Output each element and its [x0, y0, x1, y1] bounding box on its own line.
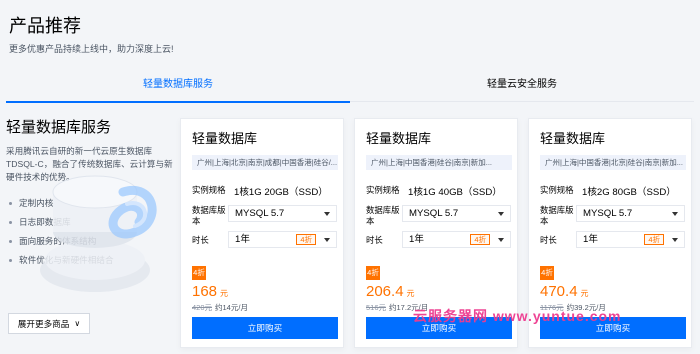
tab-security-service[interactable]: 轻量云安全服务	[350, 70, 694, 102]
duration-select[interactable]: 1年 4折	[576, 231, 685, 248]
version-label: 数据库版本	[540, 205, 574, 226]
price: 206.4 元	[366, 283, 415, 300]
discount-tag: 4折	[644, 234, 664, 245]
tab-db-service[interactable]: 轻量数据库服务	[6, 70, 350, 103]
spec-value: 1核1G 20GB（SSD）	[234, 187, 328, 198]
price: 168 元	[192, 283, 229, 300]
bullet-icon	[9, 221, 12, 224]
original-price: 420元 约14元/月	[192, 303, 248, 312]
chevron-down-icon: ∨	[74, 319, 81, 328]
spec-value: 1核1G 40GB（SSD）	[408, 187, 502, 198]
spec-label: 实例规格	[366, 185, 400, 195]
product-card: 轻量数据库 广州|上海|北京|南京|成都|中国香港|硅谷/... 实例规格 1核…	[180, 118, 344, 348]
price: 470.4 元	[540, 283, 589, 300]
duration-select[interactable]: 1年 4折	[402, 231, 511, 248]
version-select[interactable]: MYSQL 5.7	[228, 205, 337, 222]
caret-down-icon	[498, 238, 504, 242]
duration-label: 时长	[366, 235, 383, 245]
region-list[interactable]: 广州|上海|北京|南京|成都|中国香港|硅谷/...	[192, 155, 338, 170]
version-select[interactable]: MYSQL 5.7	[576, 205, 685, 222]
spec-label: 实例规格	[540, 185, 574, 195]
database-illustration-icon	[40, 175, 157, 292]
caret-down-icon	[498, 212, 504, 216]
version-select[interactable]: MYSQL 5.7	[402, 205, 511, 222]
watermark: 云服务器网 www.yuntue.com	[413, 308, 622, 324]
discount-badge: 4折	[192, 266, 206, 280]
tab-bar: 轻量数据库服务 轻量云安全服务	[6, 70, 694, 103]
bullet-icon	[9, 240, 12, 243]
discount-tag: 4折	[470, 234, 490, 245]
spec-label: 实例规格	[192, 185, 226, 195]
discount-badge: 4折	[540, 266, 554, 280]
card-title: 轻量数据库	[192, 131, 258, 146]
bullet-icon	[9, 202, 12, 205]
version-label: 数据库版本	[192, 205, 226, 226]
caret-down-icon	[672, 212, 678, 216]
duration-label: 时长	[540, 235, 557, 245]
region-list[interactable]: 广州|上海|中国香港|硅谷|南京|新加...	[366, 155, 512, 170]
discount-tag: 4折	[296, 234, 316, 245]
expand-more-button[interactable]: 展开更多商品 ∨	[8, 313, 90, 334]
page-title: 产品推荐	[9, 16, 81, 36]
caret-down-icon	[324, 212, 330, 216]
caret-down-icon	[324, 238, 330, 242]
caret-down-icon	[672, 238, 678, 242]
intro-title: 轻量数据库服务	[6, 119, 112, 136]
card-title: 轻量数据库	[540, 131, 606, 146]
spec-value: 1核2G 80GB（SSD）	[582, 187, 676, 198]
region-list[interactable]: 广州|上海|中国香港|北京|硅谷|南京|新加...	[540, 155, 686, 170]
buy-now-button[interactable]: 立即购买	[192, 317, 338, 339]
duration-label: 时长	[192, 235, 209, 245]
page-subtitle: 更多优惠产品持续上线中，助力深度上云!	[9, 44, 174, 54]
card-title: 轻量数据库	[366, 131, 432, 146]
duration-select[interactable]: 1年 4折	[228, 231, 337, 248]
discount-badge: 4折	[366, 266, 380, 280]
bullet-icon	[9, 259, 12, 262]
version-label: 数据库版本	[366, 205, 400, 226]
